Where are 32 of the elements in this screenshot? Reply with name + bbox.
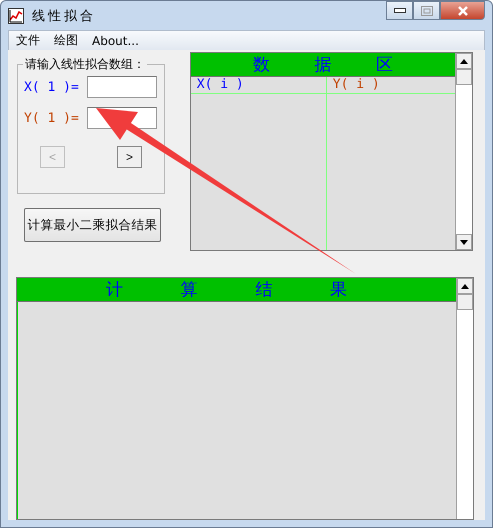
minimize-button[interactable]	[386, 1, 413, 20]
header-text: 结	[255, 279, 272, 301]
maximize-button[interactable]	[413, 1, 440, 20]
window-title: 线性拟合	[32, 8, 96, 24]
menu-item[interactable]: 文件	[16, 32, 40, 49]
up-arrow-icon	[461, 284, 469, 288]
scroll-thumb[interactable]	[456, 69, 472, 85]
field-label: X( 1 )=	[24, 80, 80, 94]
group-label: 请输入线性拟合数组：	[23, 56, 147, 73]
header-text: 算	[180, 279, 198, 301]
chart-icon	[8, 8, 24, 24]
menu-item[interactable]: 绘图	[54, 32, 78, 49]
header-text: 区	[376, 54, 393, 76]
scrollbar[interactable]	[455, 53, 472, 250]
field-label: Y( 1 )=	[24, 110, 80, 126]
close-icon	[456, 6, 468, 16]
close-button[interactable]	[440, 1, 485, 20]
down-arrow-icon	[460, 240, 468, 244]
up-arrow-icon	[460, 58, 468, 64]
header-text: 据	[314, 54, 332, 76]
input-field[interactable]	[87, 76, 157, 98]
header-text: 数	[252, 54, 270, 76]
scrollbar[interactable]	[456, 278, 473, 519]
minimize-icon	[394, 8, 406, 14]
column-header: X( i )	[190, 77, 326, 94]
next-button[interactable]: >	[117, 146, 142, 168]
menu-item[interactable]: About...	[92, 34, 139, 48]
header-text: 计	[106, 279, 123, 301]
maximize-icon	[420, 6, 432, 16]
compute-button[interactable]: 计算最小二乘拟合结果	[24, 208, 161, 242]
header-text: 果	[330, 279, 348, 301]
scroll-thumb[interactable]	[457, 294, 473, 310]
